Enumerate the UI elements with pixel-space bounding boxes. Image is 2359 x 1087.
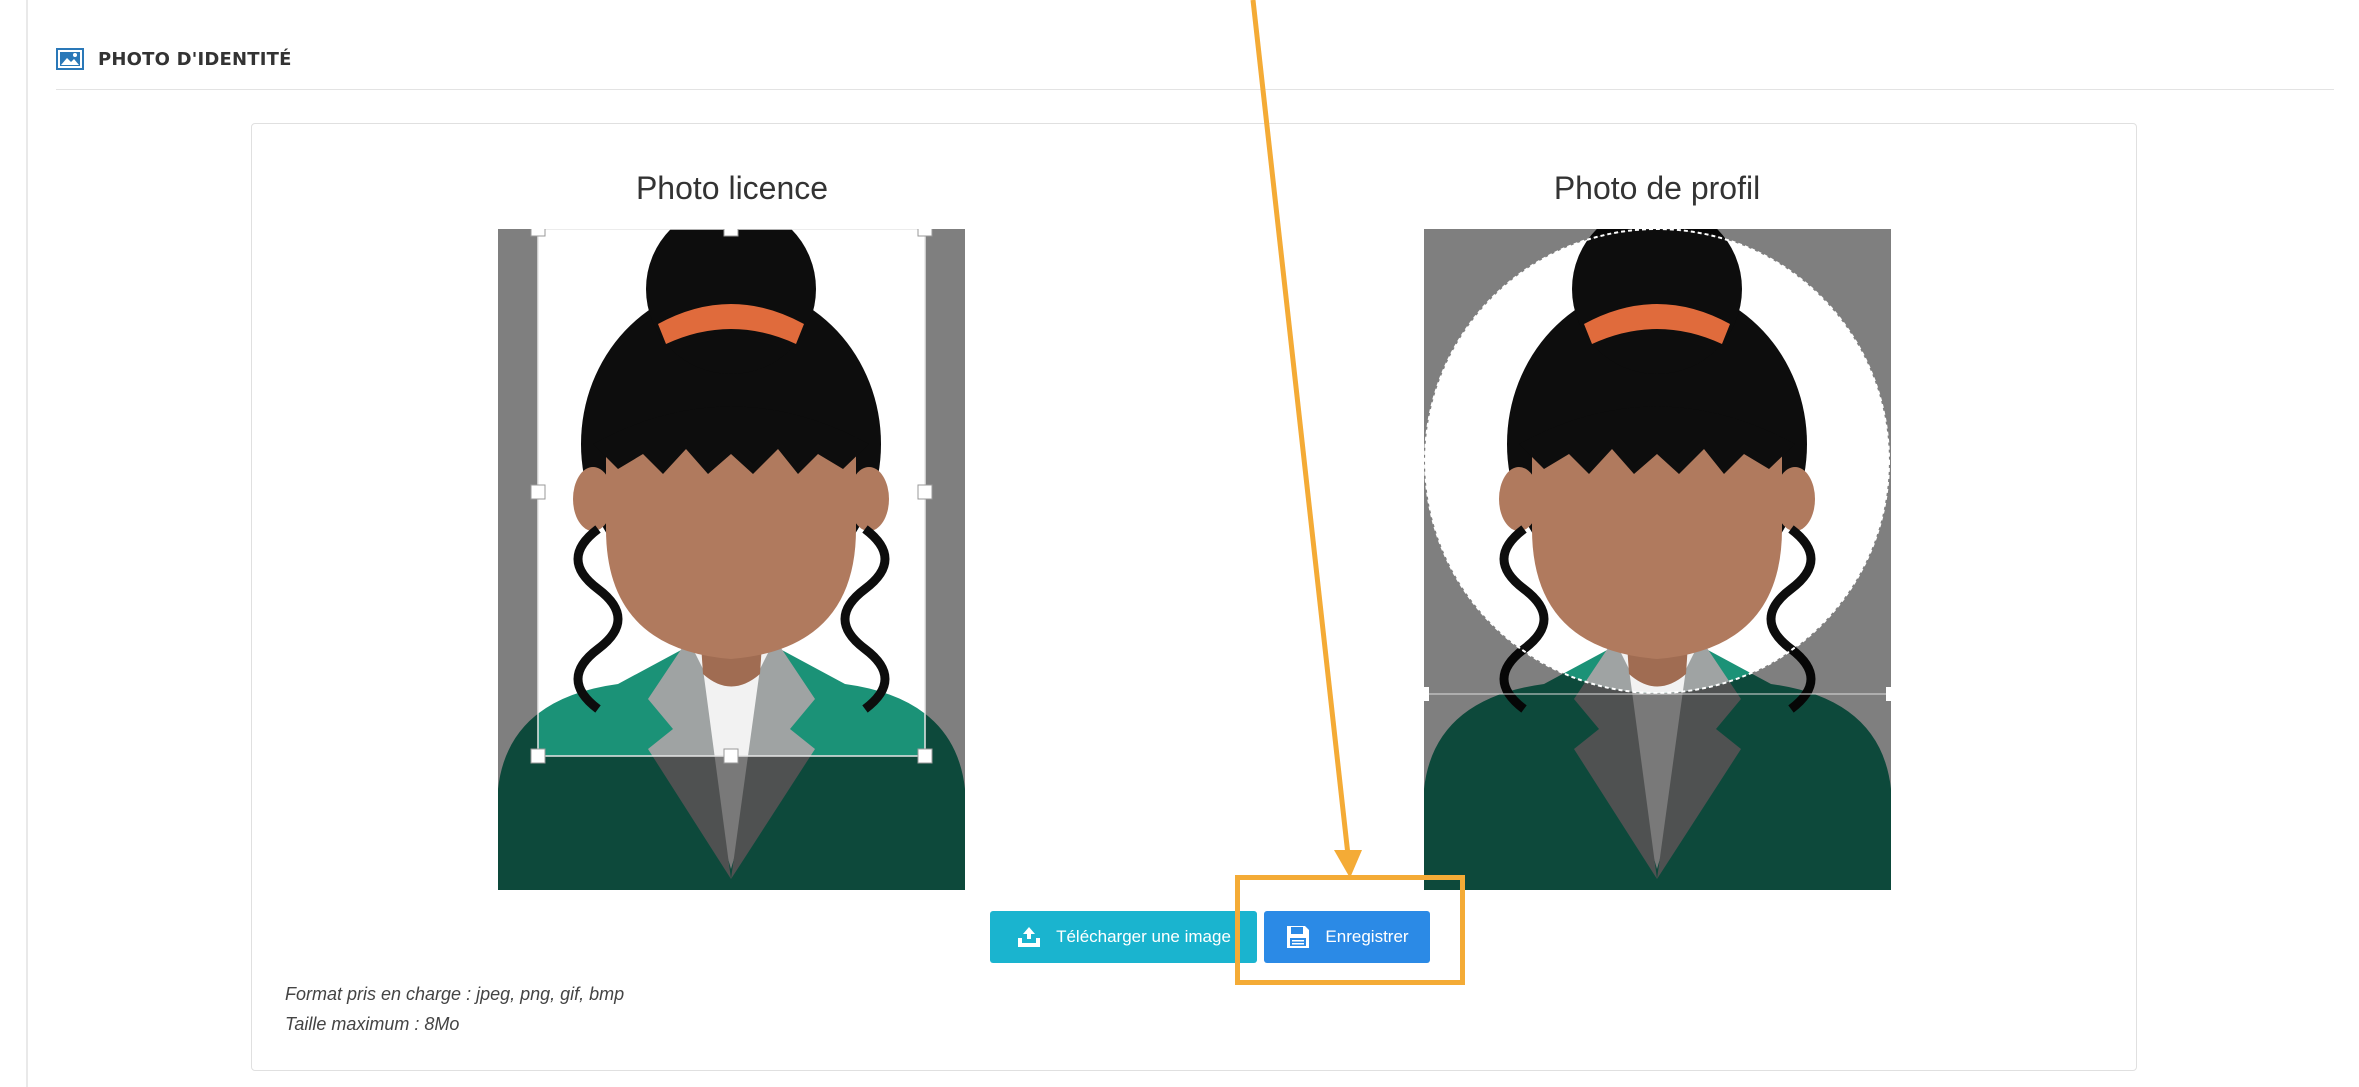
section-header: PHOTO D'IDENTITÉ [56,44,292,74]
image-icon [56,48,84,70]
upload-icon [1018,927,1041,947]
upload-button-label: Télécharger une image [1056,927,1231,946]
avatar-image [498,229,965,890]
max-size-text: Taille maximum : 8Mo [285,1014,460,1034]
photo-profile-title: Photo de profil [1553,170,1761,206]
supported-formats-text: Format pris en charge : jpeg, png, gif, … [285,984,625,1004]
upload-image-button[interactable]: Télécharger une image [990,911,1257,963]
avatar-image [1424,229,1891,890]
section-divider [56,89,2334,90]
photo-licence-cropper[interactable] [498,229,965,890]
section-title: PHOTO D'IDENTITÉ [98,48,292,70]
photo-profile-cropper[interactable] [1424,229,1891,890]
highlight-box [1235,875,1465,985]
left-border [26,0,28,1087]
photo-licence-title: Photo licence [635,170,829,206]
